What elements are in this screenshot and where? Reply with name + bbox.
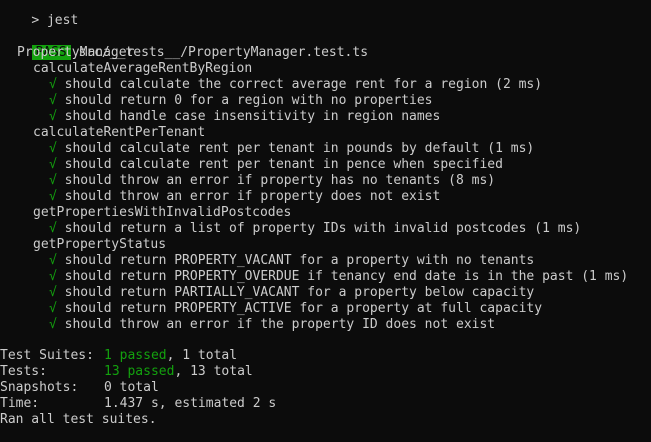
check-icon: √ <box>49 269 57 284</box>
summary-snapshots-label: Snapshots: <box>0 380 79 395</box>
summary-footer: Ran all test suites. <box>0 412 157 427</box>
check-icon: √ <box>49 189 57 204</box>
test-file-result-line: PASS src/__tests__/PropertyManager.test.… <box>0 29 368 60</box>
summary-tests: Tests: 13 passed, 13 total <box>0 364 253 380</box>
group-name: calculateAverageRentByRegion <box>33 61 253 76</box>
summary-tests-total: , 13 total <box>174 364 253 379</box>
summary-tests-label: Tests: <box>0 364 47 379</box>
check-icon: √ <box>49 93 57 108</box>
test-result-line: √ should return a list of property IDs w… <box>0 221 581 237</box>
check-icon: √ <box>49 285 57 300</box>
test-result-line: √ should handle case insensitivity in re… <box>0 109 440 125</box>
summary-time-label: Time: <box>0 396 40 411</box>
prompt-line: > jest <box>0 0 78 28</box>
check-icon: √ <box>49 253 57 268</box>
test-name: should return a list of property IDs wit… <box>64 221 582 236</box>
summary-snapshots: Snapshots: 0 total <box>0 380 159 396</box>
test-result-line: √ should throw an error if the property … <box>0 317 495 333</box>
test-result-line: √ should calculate rent per tenant in pe… <box>0 157 503 173</box>
summary-suites-label: Test Suites: <box>0 348 94 363</box>
test-name: should return 0 for a region with no pro… <box>64 93 433 108</box>
test-result-line: √ should return PARTIALLY_VACANT for a p… <box>0 285 534 301</box>
test-result-line: √ should calculate the correct average r… <box>0 77 542 93</box>
summary-suites: Test Suites: 1 passed, 1 total <box>0 348 237 364</box>
prompt-symbol: > <box>31 13 40 28</box>
test-result-line: √ should return PROPERTY_VACANT for a pr… <box>0 253 534 269</box>
group-name: getPropertyStatus <box>33 237 167 252</box>
summary-suites-total: , 1 total <box>166 348 238 363</box>
test-name: should calculate rent per tenant in poun… <box>64 141 535 156</box>
test-name: should return PROPERTY_VACANT for a prop… <box>64 253 535 268</box>
check-icon: √ <box>49 157 57 172</box>
test-result-line: √ should return PROPERTY_ACTIVE for a pr… <box>0 301 542 317</box>
test-result-line: √ should calculate rent per tenant in po… <box>0 141 534 157</box>
test-result-line: √ should throw an error if property has … <box>0 173 495 189</box>
test-name: should handle case insensitivity in regi… <box>64 109 441 124</box>
summary-tests-passed: 13 passed <box>104 364 175 379</box>
test-name: should calculate the correct average ren… <box>64 77 543 92</box>
test-name: should return PROPERTY_OVERDUE if tenanc… <box>64 269 629 284</box>
test-result-line: √ should return 0 for a region with no p… <box>0 93 433 109</box>
summary-time: Time: 1.437 s, estimated 2 s <box>0 396 276 412</box>
test-name: should return PARTIALLY_VACANT for a pro… <box>64 285 535 300</box>
check-icon: √ <box>49 77 57 92</box>
suite-name: PropertyManager <box>17 45 135 60</box>
test-name: should return PROPERTY_ACTIVE for a prop… <box>64 301 543 316</box>
check-icon: √ <box>49 301 57 316</box>
terminal-window[interactable]: > jest PASS src/__tests__/PropertyManage… <box>0 0 651 442</box>
test-name: should throw an error if the property ID… <box>64 317 496 332</box>
test-name: should throw an error if property does n… <box>64 189 441 204</box>
test-result-line: √ should return PROPERTY_OVERDUE if tena… <box>0 269 628 285</box>
test-name: should calculate rent per tenant in penc… <box>64 157 503 172</box>
check-icon: √ <box>49 173 57 188</box>
group-name: getPropertiesWithInvalidPostcodes <box>33 205 292 220</box>
summary-suites-passed: 1 passed <box>104 348 167 363</box>
test-result-line: √ should throw an error if property does… <box>0 189 440 205</box>
test-name: should throw an error if property has no… <box>64 173 496 188</box>
check-icon: √ <box>49 141 57 156</box>
check-icon: √ <box>49 221 57 236</box>
prompt-command: jest <box>46 13 79 28</box>
check-icon: √ <box>49 317 57 332</box>
summary-snapshots-value: 0 total <box>104 380 159 395</box>
group-name: calculateRentPerTenant <box>33 125 206 140</box>
check-icon: √ <box>49 109 57 124</box>
summary-time-value: 1.437 s, estimated 2 s <box>104 396 277 411</box>
